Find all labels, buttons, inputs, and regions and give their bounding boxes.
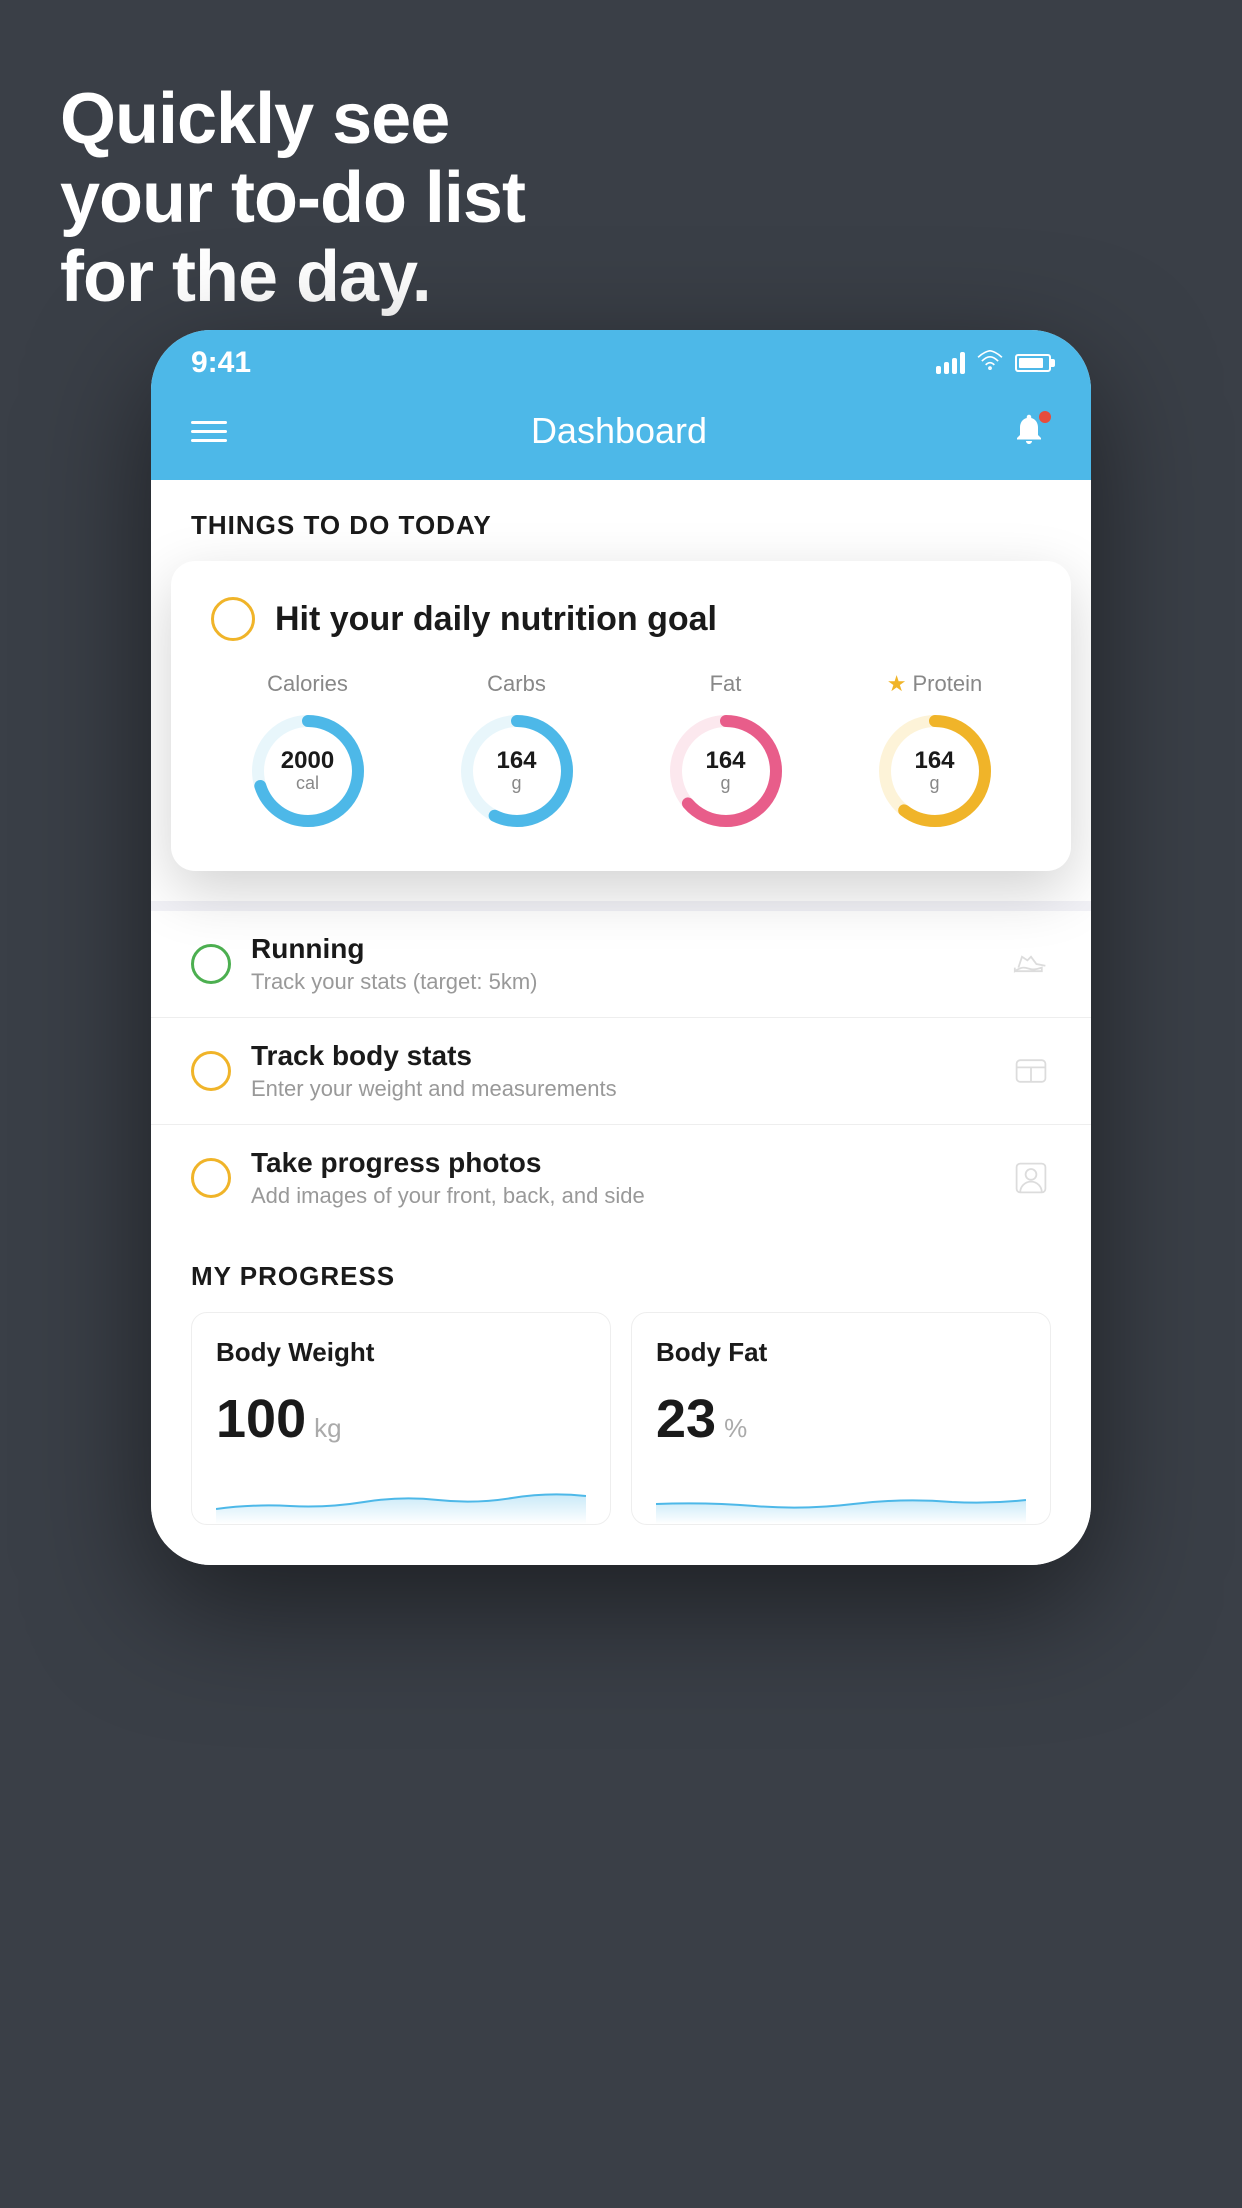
body-fat-title: Body Fat: [656, 1337, 1026, 1368]
star-icon: ★: [887, 671, 907, 697]
hero-text: Quickly see your to-do list for the day.: [60, 80, 525, 318]
signal-bars-icon: [936, 352, 965, 374]
nutrition-fat: Fat 164 g: [629, 671, 822, 831]
carbs-donut: 164 g: [457, 711, 577, 831]
carbs-value: 164: [496, 748, 536, 774]
header-title: Dashboard: [531, 410, 707, 452]
carbs-label: Carbs: [487, 671, 546, 697]
calories-donut: 2000 cal: [248, 711, 368, 831]
notification-bell-icon[interactable]: [1011, 411, 1051, 451]
body-weight-chart: [216, 1474, 586, 1524]
todo-subtitle-running: Track your stats (target: 5km): [251, 969, 991, 995]
main-content: THINGS TO DO TODAY Hit your daily nutrit…: [151, 480, 1091, 901]
section-heading-today: THINGS TO DO TODAY: [191, 510, 1051, 541]
todo-circle-running: [191, 944, 231, 984]
shoe-icon: [1011, 944, 1051, 984]
notification-dot: [1039, 411, 1051, 423]
nutrition-protein: ★ Protein 164 g: [838, 671, 1031, 831]
phone: 9:41: [151, 330, 1091, 1565]
progress-cards: Body Weight 100 kg: [191, 1312, 1051, 1525]
hamburger-menu[interactable]: [191, 421, 227, 442]
hero-line2: your to-do list: [60, 159, 525, 238]
todo-circle-photos: [191, 1158, 231, 1198]
status-bar: 9:41: [151, 330, 1091, 390]
status-icons: [936, 349, 1051, 377]
body-fat-card[interactable]: Body Fat 23 %: [631, 1312, 1051, 1525]
status-time: 9:41: [191, 346, 251, 380]
scale-icon: [1011, 1051, 1051, 1091]
fat-label: Fat: [710, 671, 742, 697]
todo-item-photos[interactable]: Take progress photos Add images of your …: [151, 1125, 1091, 1231]
todo-circle-body-stats: [191, 1051, 231, 1091]
app-header: Dashboard: [151, 390, 1091, 480]
wifi-icon: [977, 349, 1003, 377]
todo-title-photos: Take progress photos: [251, 1147, 991, 1179]
protein-donut: 164 g: [875, 711, 995, 831]
todo-title-body-stats: Track body stats: [251, 1040, 991, 1072]
phone-wrapper: 9:41: [151, 330, 1091, 1565]
person-icon: [1011, 1158, 1051, 1198]
hero-line3: for the day.: [60, 238, 525, 317]
protein-value: 164: [914, 748, 954, 774]
hero-line1: Quickly see: [60, 80, 525, 159]
fat-donut: 164 g: [666, 711, 786, 831]
todo-list: Running Track your stats (target: 5km) T…: [151, 911, 1091, 1231]
nutrition-calories: Calories 2000 cal: [211, 671, 404, 831]
todo-title-running: Running: [251, 933, 991, 965]
battery-icon: [1015, 354, 1051, 372]
todo-subtitle-photos: Add images of your front, back, and side: [251, 1183, 991, 1209]
nutrition-checkbox[interactable]: [211, 597, 255, 641]
body-fat-unit: %: [724, 1413, 747, 1444]
body-weight-unit: kg: [314, 1413, 341, 1444]
fat-value: 164: [705, 748, 745, 774]
nutrition-grid: Calories 2000 cal: [211, 671, 1031, 831]
calories-label: Calories: [267, 671, 348, 697]
protein-label: ★ Protein: [887, 671, 982, 697]
todo-item-running[interactable]: Running Track your stats (target: 5km): [151, 911, 1091, 1018]
todo-item-body-stats[interactable]: Track body stats Enter your weight and m…: [151, 1018, 1091, 1125]
popup-title-row: Hit your daily nutrition goal: [211, 597, 1031, 641]
nutrition-carbs: Carbs 164 g: [420, 671, 613, 831]
progress-section: MY PROGRESS Body Weight 100 kg: [151, 1231, 1091, 1565]
body-weight-value: 100: [216, 1388, 306, 1450]
progress-heading: MY PROGRESS: [191, 1261, 1051, 1292]
body-fat-value: 23: [656, 1388, 716, 1450]
nutrition-popup-card: Hit your daily nutrition goal Calories: [171, 561, 1071, 871]
body-fat-chart: [656, 1474, 1026, 1524]
body-weight-card[interactable]: Body Weight 100 kg: [191, 1312, 611, 1525]
calories-value: 2000: [281, 748, 334, 774]
body-weight-title: Body Weight: [216, 1337, 586, 1368]
nutrition-goal-title: Hit your daily nutrition goal: [275, 600, 717, 639]
todo-subtitle-body-stats: Enter your weight and measurements: [251, 1076, 991, 1102]
